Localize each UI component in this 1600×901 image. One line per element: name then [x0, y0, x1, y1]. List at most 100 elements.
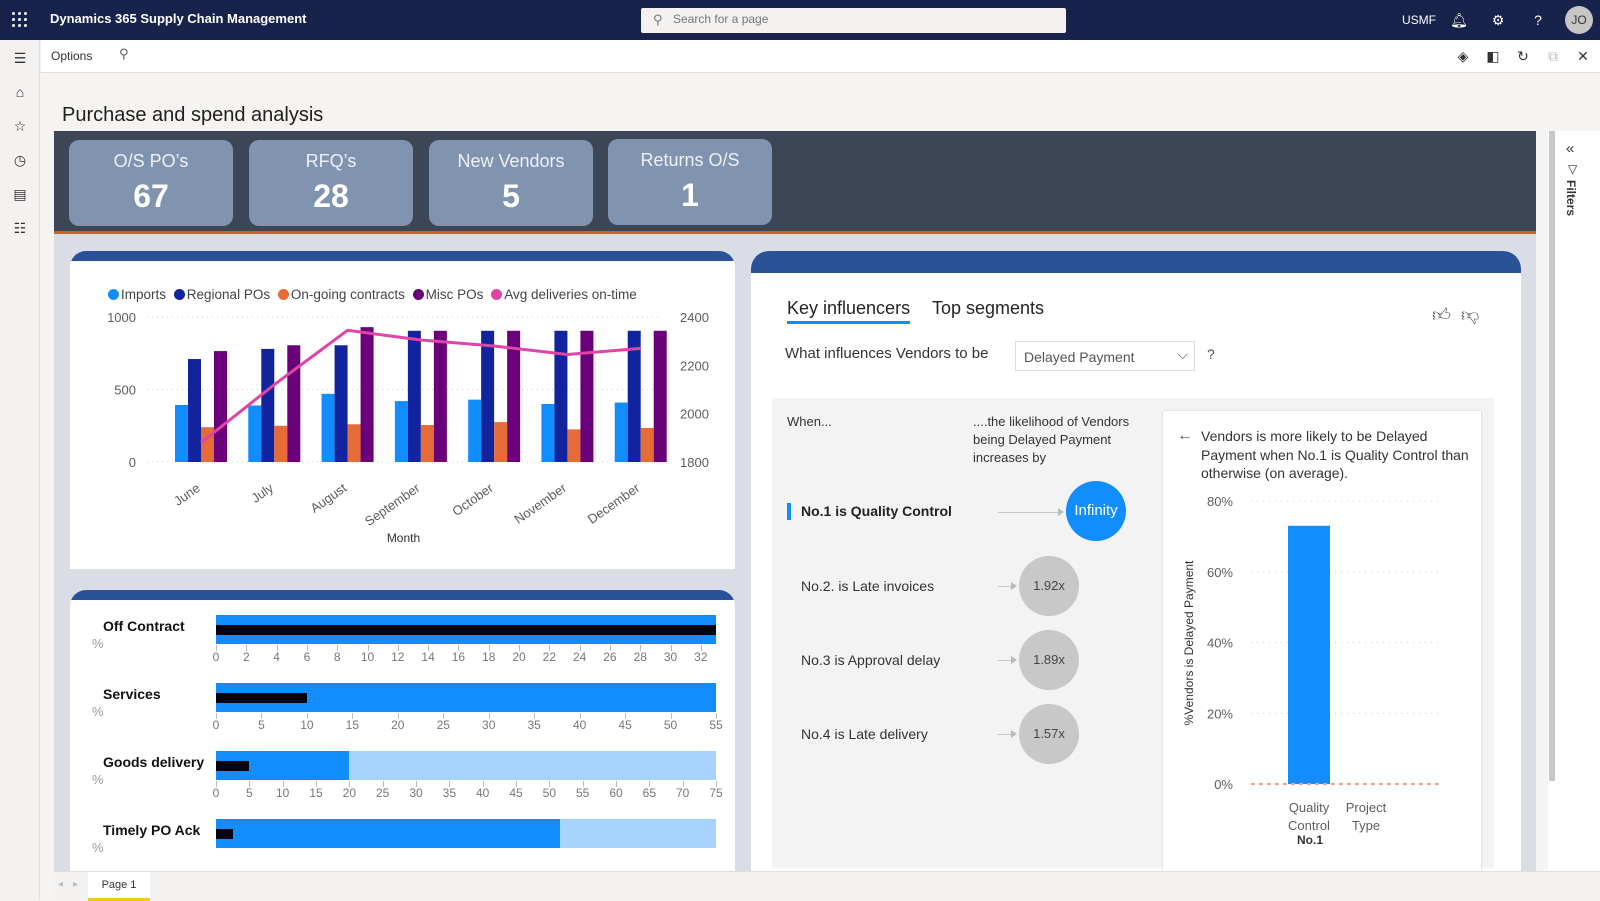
- influencer-bubble[interactable]: 1.57x: [1019, 704, 1079, 764]
- office-icon[interactable]: ◧: [1484, 47, 1502, 65]
- search-icon: ⚲: [653, 12, 663, 27]
- bar-on-going-contracts: [274, 425, 288, 462]
- bullet-value-bar: [216, 829, 233, 839]
- bullet-target-band: [216, 819, 561, 848]
- next-page-icon[interactable]: ▸: [73, 879, 78, 890]
- tick-label: 55: [575, 786, 590, 800]
- collapse-icon[interactable]: «: [1566, 140, 1574, 157]
- tick-label: 5: [258, 718, 265, 732]
- popout-icon[interactable]: ⧉: [1544, 47, 1562, 65]
- kpi-label: New Vendors: [457, 151, 565, 171]
- influencer-row-1[interactable]: No.1 is Quality Control: [801, 503, 952, 519]
- kpi-card-os-pos[interactable]: O/S PO’s 67: [69, 140, 233, 226]
- bar-imports: [468, 399, 482, 462]
- bullet-value-bar: [216, 625, 716, 635]
- kpi-card-rfqs[interactable]: RFQ’s 28: [249, 140, 413, 226]
- y-tick-label: 40%: [1207, 636, 1233, 651]
- bullet-label: Goods delivery: [103, 754, 205, 770]
- bar-regional-pos: [261, 348, 275, 462]
- influencer-bubble[interactable]: 1.92x: [1019, 556, 1079, 616]
- tick-label: 8: [333, 650, 341, 664]
- tab-key-influencers[interactable]: Key influencers: [787, 298, 911, 324]
- influencer-row-4[interactable]: No.4 is Late delivery: [801, 726, 928, 742]
- action-search-icon[interactable]: ⚲: [119, 46, 129, 62]
- card-header: [751, 251, 1521, 273]
- gear-icon[interactable]: ⚙: [1488, 10, 1508, 30]
- outcome-dropdown[interactable]: Delayed Payment ⌵: [1015, 341, 1195, 371]
- tick-label: 6: [303, 650, 311, 664]
- tab-top-segments[interactable]: Top segments: [932, 298, 1044, 319]
- kpi-card-new-vendors[interactable]: New Vendors 5: [429, 140, 593, 226]
- favorites-icon[interactable]: ☆: [10, 116, 30, 136]
- help-icon[interactable]: ?: [1528, 10, 1548, 30]
- home-icon[interactable]: ⌂: [10, 82, 30, 102]
- diamond-icon[interactable]: ◈: [1454, 47, 1472, 65]
- options-button[interactable]: Options: [51, 49, 92, 63]
- search-input[interactable]: [673, 12, 1053, 26]
- workspaces-icon[interactable]: ▤: [10, 184, 30, 204]
- tick-label: 40: [475, 786, 490, 800]
- tick-label: 22: [542, 650, 556, 664]
- app-title[interactable]: Dynamics 365 Supply Chain Management: [50, 11, 306, 26]
- help-icon[interactable]: ?: [1207, 346, 1215, 362]
- modules-icon[interactable]: ☷: [10, 218, 30, 238]
- x-tick-label: Control: [1288, 818, 1330, 833]
- avatar[interactable]: JO: [1565, 6, 1593, 34]
- thumbs-down-icon[interactable]: 👎︎: [1461, 304, 1479, 326]
- hamburger-icon[interactable]: ☰: [10, 48, 30, 68]
- influencer-row-3[interactable]: No.3 is Approval delay: [801, 652, 940, 668]
- kpi-value: 28: [313, 178, 349, 214]
- page-nav-bar: ◂ ▸ Page 1: [54, 871, 1600, 901]
- x-tick-label: December: [585, 480, 643, 527]
- tick-label: 35: [442, 786, 456, 800]
- bar-misc-pos: [214, 351, 227, 462]
- bullet-unit: %: [92, 772, 104, 787]
- arrow-icon: [998, 582, 1017, 590]
- kpi-label: O/S PO’s: [113, 151, 189, 171]
- tick-label: 20: [391, 718, 405, 732]
- search-box[interactable]: ⚲: [641, 8, 1066, 33]
- bell-icon[interactable]: 🔔︎: [1449, 10, 1469, 30]
- filters-pane: [1548, 131, 1600, 871]
- recent-icon[interactable]: ◷: [10, 150, 30, 170]
- kpi-card-returns[interactable]: Returns O/S 1: [608, 139, 772, 225]
- prev-page-icon[interactable]: ◂: [58, 879, 63, 890]
- x-tick-label: Type: [1352, 818, 1380, 833]
- tick-label: 30: [482, 718, 496, 732]
- kpi-value: 5: [502, 178, 520, 214]
- filters-label[interactable]: Filters: [1564, 180, 1578, 216]
- influencer-row-2[interactable]: No.2. is Late invoices: [801, 578, 934, 594]
- x-tick-label: September: [362, 480, 423, 529]
- bar-imports: [248, 405, 262, 462]
- page-tab-1[interactable]: Page 1: [88, 872, 150, 901]
- bar-on-going-contracts: [640, 427, 654, 462]
- tick-label: 20: [512, 650, 526, 664]
- kpi-label: Returns O/S: [640, 150, 740, 170]
- tick-label: 40: [572, 718, 587, 732]
- thumbs-up-icon[interactable]: 👍︎: [1432, 304, 1451, 326]
- influencer-detail-panel: ← Vendors is more likely to be Delayed P…: [1163, 411, 1481, 871]
- bullet-unit: %: [92, 636, 104, 651]
- bullet-label: Services: [103, 686, 161, 702]
- ki-question-label: What influences Vendors to be: [785, 345, 989, 362]
- chevron-down-icon: ⌵: [1177, 346, 1188, 362]
- x-tick-label: Quality: [1289, 800, 1330, 815]
- card-header: [70, 590, 735, 600]
- tick-label: 20: [342, 786, 356, 800]
- arrow-icon: [998, 508, 1064, 516]
- tick-label: 25: [375, 786, 390, 800]
- refresh-icon[interactable]: ↻: [1514, 47, 1532, 65]
- bullet-label: Off Contract: [103, 618, 185, 634]
- y-tick-label: 80%: [1207, 494, 1233, 509]
- waffle-icon[interactable]: [12, 12, 28, 28]
- arrow-icon: [998, 730, 1017, 738]
- tick-label: 35: [527, 718, 541, 732]
- influencer-bubble[interactable]: Infinity: [1066, 481, 1126, 541]
- y2-tick-label: 1800: [680, 455, 709, 470]
- influencer-bubble[interactable]: 1.89x: [1019, 630, 1079, 690]
- company-selector[interactable]: USMF: [1402, 13, 1436, 27]
- tick-label: 25: [436, 718, 450, 732]
- report-scrollbar[interactable]: [1549, 131, 1555, 781]
- tick-label: 10: [275, 786, 290, 800]
- close-icon[interactable]: ✕: [1574, 47, 1592, 65]
